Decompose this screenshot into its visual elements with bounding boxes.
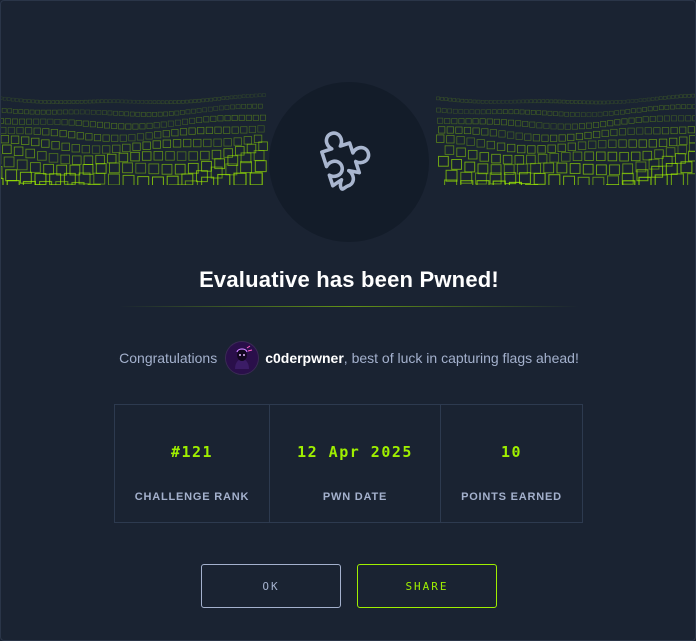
congrats-line: Congratulations c0derpwner , best of luc… bbox=[1, 340, 695, 376]
challenge-rank-label: CHALLENGE RANK bbox=[134, 491, 250, 503]
points-earned-label: POINTS EARNED bbox=[461, 491, 562, 503]
puzzle-piece-icon bbox=[320, 131, 371, 191]
points-earned-value: 10 bbox=[500, 443, 523, 461]
title-divider bbox=[119, 306, 579, 307]
pwn-date-label: PWN DATE bbox=[322, 491, 388, 503]
congrats-suffix: , best of luck in capturing flags ahead! bbox=[343, 350, 579, 366]
avatar bbox=[226, 342, 259, 374]
username-link[interactable]: c0derpwner bbox=[265, 350, 344, 366]
pwned-modal: Evaluative has been Pwned! Congratulatio… bbox=[0, 0, 696, 641]
user-avatar-icon bbox=[226, 342, 259, 374]
stat-pwn-date: 12 Apr 2025 PWN DATE bbox=[269, 405, 440, 522]
challenge-badge bbox=[269, 82, 429, 242]
share-button[interactable]: SHARE bbox=[357, 564, 497, 608]
challenge-rank-value: #121 bbox=[170, 443, 214, 461]
stat-challenge-rank: #121 CHALLENGE RANK bbox=[115, 405, 269, 522]
modal-title: Evaluative has been Pwned! bbox=[199, 267, 499, 292]
pwn-date-value: 12 Apr 2025 bbox=[297, 443, 413, 461]
stat-points-earned: 10 POINTS EARNED bbox=[440, 405, 582, 522]
ok-button[interactable]: OK bbox=[201, 564, 341, 608]
stats-panel: #121 CHALLENGE RANK 12 Apr 2025 PWN DATE… bbox=[114, 404, 583, 523]
congrats-prefix: Congratulations bbox=[119, 350, 218, 366]
